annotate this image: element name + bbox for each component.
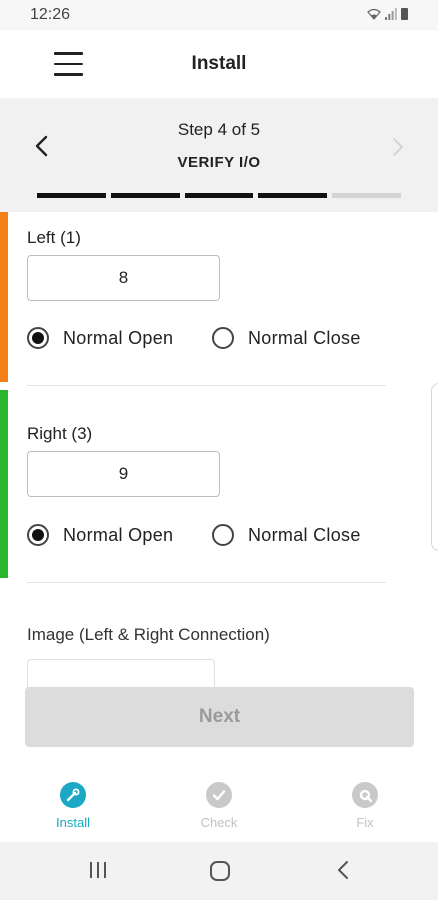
right-option-normal-close[interactable]: Normal Close xyxy=(212,524,361,546)
status-time: 12:26 xyxy=(30,6,71,23)
recent-apps-icon[interactable] xyxy=(88,860,108,880)
left-option-normal-close[interactable]: Normal Close xyxy=(212,327,361,349)
page-title: Install xyxy=(191,53,247,74)
stepper-header: Step 4 of 5 VERIFY I/O xyxy=(0,98,438,212)
nav-install-label: Install xyxy=(56,815,90,830)
nav-fix[interactable]: Fix xyxy=(315,782,415,830)
wifi-icon xyxy=(367,8,381,20)
progress-segment xyxy=(332,193,401,198)
right-status-bar xyxy=(0,390,8,578)
left-label: Left (1) xyxy=(27,228,81,247)
nav-fix-label: Fix xyxy=(356,815,374,830)
step-counter: Step 4 of 5 xyxy=(177,120,261,139)
right-normal-close-radio[interactable] xyxy=(212,524,234,546)
step-name: VERIFY I/O xyxy=(177,154,261,171)
progress-segment xyxy=(37,193,106,198)
app-bar: Install xyxy=(0,30,438,98)
section-divider xyxy=(27,385,386,386)
battery-icon xyxy=(401,8,408,20)
step-progress-bar xyxy=(37,193,401,198)
signal-icon xyxy=(385,8,397,20)
left-normal-close-label: Normal Close xyxy=(248,327,361,348)
nav-check-label: Check xyxy=(200,815,238,830)
progress-segment xyxy=(258,193,328,198)
right-label: Right (3) xyxy=(27,424,93,443)
left-normal-open-radio[interactable] xyxy=(27,327,49,349)
left-value-input[interactable]: 8 xyxy=(27,255,220,301)
left-option-normal-open[interactable]: Normal Open xyxy=(27,327,173,349)
left-status-bar xyxy=(0,212,8,382)
checkmark-icon xyxy=(206,782,232,808)
progress-segment xyxy=(110,193,180,198)
home-icon[interactable] xyxy=(209,860,231,882)
right-option-normal-open[interactable]: Normal Open xyxy=(27,524,173,546)
nav-install[interactable]: Install xyxy=(23,782,123,830)
system-navigation-bar xyxy=(0,842,438,900)
next-button[interactable]: Next xyxy=(25,687,414,747)
status-icons xyxy=(367,8,408,20)
back-icon[interactable] xyxy=(336,860,350,880)
progress-segment xyxy=(184,193,254,198)
bottom-navigation: Install Check Fix xyxy=(0,770,438,842)
left-normal-open-label: Normal Open xyxy=(63,327,174,348)
chevron-right-icon xyxy=(393,138,403,156)
section-divider xyxy=(27,582,386,583)
right-value-input[interactable]: 9 xyxy=(27,451,220,497)
nav-check[interactable]: Check xyxy=(169,782,269,830)
left-normal-close-radio[interactable] xyxy=(212,327,234,349)
status-bar: 12:26 xyxy=(0,0,438,30)
wrench-icon xyxy=(60,782,86,808)
wrench-gear-icon xyxy=(352,782,378,808)
right-normal-close-label: Normal Close xyxy=(248,524,361,545)
image-section-label: Image (Left & Right Connection) xyxy=(27,625,270,644)
right-normal-open-radio[interactable] xyxy=(27,524,49,546)
right-normal-open-label: Normal Open xyxy=(63,524,174,545)
side-panel-handle[interactable] xyxy=(431,383,438,551)
